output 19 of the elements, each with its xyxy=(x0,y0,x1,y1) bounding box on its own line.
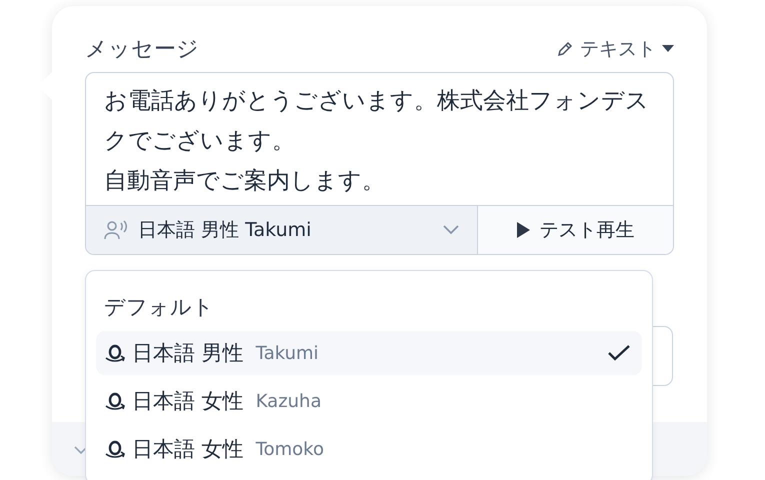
group-label: デフォルト xyxy=(103,294,215,321)
smile-arrow-logo-icon xyxy=(104,342,126,364)
test-play-button[interactable]: テスト再生 xyxy=(478,206,673,254)
smile-arrow-logo-icon xyxy=(104,438,126,460)
pencil-icon xyxy=(556,40,574,58)
chevron-down-icon xyxy=(443,225,459,235)
play-icon xyxy=(516,222,530,238)
voice-option[interactable]: 日本語 女性 Kazuha xyxy=(96,379,642,423)
voice-option[interactable]: 日本語 女性 Tomoko xyxy=(96,427,642,471)
speaking-person-icon xyxy=(104,220,128,240)
checkmark-icon xyxy=(608,345,630,361)
chevron-down-icon xyxy=(74,446,88,455)
caret-icon xyxy=(662,45,674,53)
section-title: メッセージ xyxy=(85,36,199,64)
voice-option[interactable]: 日本語 男性 Takumi xyxy=(96,331,642,375)
message-field[interactable]: お電話ありがとうございます。株式会社フォンデスクでございます。 自動音声でご案内します。 xyxy=(86,73,664,205)
smile-arrow-logo-icon xyxy=(104,390,126,412)
mode-dropdown[interactable]: テキスト xyxy=(556,36,674,62)
voice-select[interactable]: 日本語 男性 Takumi xyxy=(86,206,478,254)
